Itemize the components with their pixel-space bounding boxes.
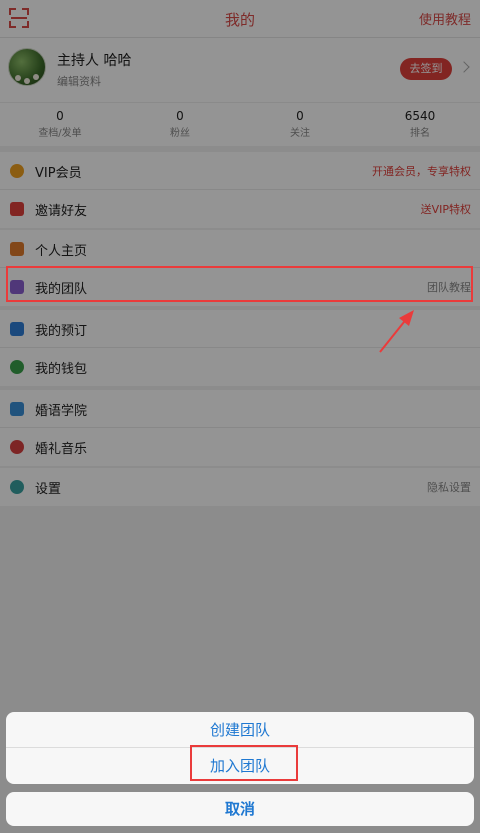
annotation-arrows xyxy=(302,310,414,759)
join-highlight-box xyxy=(190,745,298,781)
create-team-button[interactable]: 创建团队 xyxy=(6,712,474,748)
cancel-button[interactable]: 取消 xyxy=(6,792,474,826)
